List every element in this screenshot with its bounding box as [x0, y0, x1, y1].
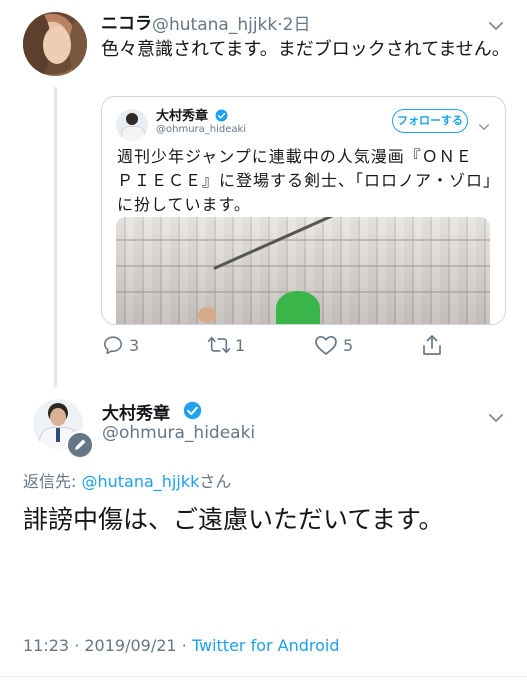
reply-count: 3: [129, 335, 140, 355]
avatar-hair-right: [69, 16, 87, 76]
quoted-name-text: 大村秀章: [156, 109, 209, 124]
display-name[interactable]: 大村秀章: [102, 399, 170, 424]
tweet-time[interactable]: 11:23: [23, 636, 69, 655]
tweet-text: 誹謗中傷は、ご遠慮いただいてます。: [23, 505, 444, 534]
tweet-date[interactable]: 2019/09/21: [84, 636, 176, 655]
share-icon: [421, 333, 443, 357]
username[interactable]: @hutana_hjjkk: [152, 15, 277, 35]
quoted-display-name[interactable]: 大村秀章: [156, 105, 228, 126]
thread-connector-line: [54, 87, 57, 387]
retweet-count: 1: [235, 335, 246, 355]
photo-blind-line: [116, 239, 490, 241]
edit-pencil-icon[interactable]: [66, 431, 94, 459]
like-button[interactable]: 5: [314, 334, 353, 356]
meta-separator: ·: [69, 636, 85, 655]
like-icon: [314, 334, 338, 356]
tweet-time[interactable]: 2日: [283, 15, 311, 35]
display-name[interactable]: ニコラ: [101, 9, 152, 34]
chevron-down-icon[interactable]: [489, 16, 503, 35]
quoted-tweet-photo[interactable]: [116, 217, 490, 324]
avatar-face: [50, 408, 66, 426]
share-button[interactable]: [421, 333, 443, 357]
quoted-username[interactable]: @ohmura_hideaki: [156, 124, 246, 135]
quoted-tweet-text: 週刊少年ジャンプに連載中の人気漫画『ＯＮＥ ＰＩＥＣＥ』に登場する剣士、「ロロノ…: [117, 147, 493, 214]
avatar-face: [43, 26, 71, 64]
chevron-down-icon[interactable]: [479, 116, 489, 135]
avatar-body: [121, 126, 145, 141]
username-and-time: @hutana_hjjkk·2日: [152, 10, 310, 35]
avatar-tie: [56, 428, 60, 442]
photo-blind-line: [116, 265, 490, 267]
avatar-head: [126, 113, 138, 125]
reply-to-handle[interactable]: @hutana_hjjkk: [81, 472, 199, 491]
reply-button[interactable]: 3: [102, 334, 139, 356]
photo-hand: [198, 307, 216, 323]
quoted-tweet-card[interactable]: 大村秀章 @ohmura_hideaki フォローする 週刊少年ジャンプに連載中…: [101, 96, 506, 325]
like-count: 5: [343, 335, 354, 355]
reply-to-label: 返信先:: [23, 472, 82, 491]
avatar[interactable]: [23, 12, 87, 76]
retweet-icon: [207, 334, 231, 356]
reply-icon: [102, 334, 124, 356]
quoted-avatar[interactable]: [116, 109, 148, 141]
tweet-metadata: 11:23 · 2019/09/21 · Twitter for Android: [23, 636, 340, 655]
meta-separator: ·: [176, 636, 192, 655]
retweet-button[interactable]: 1: [207, 334, 245, 356]
username[interactable]: @ohmura_hideaki: [102, 423, 255, 443]
tweet-source-link[interactable]: Twitter for Android: [192, 636, 340, 655]
chevron-down-icon[interactable]: [489, 408, 503, 427]
follow-button[interactable]: フォローする: [392, 109, 468, 133]
verified-badge-icon: [183, 401, 202, 424]
reply-to-suffix: さん: [199, 472, 232, 491]
reply-context: 返信先: @hutana_hjjkkさん: [23, 468, 231, 492]
photo-green-hair: [276, 291, 320, 324]
tweet-text: 色々意識されてます。まだブロックされてません。: [101, 39, 510, 60]
divider: [0, 676, 527, 677]
